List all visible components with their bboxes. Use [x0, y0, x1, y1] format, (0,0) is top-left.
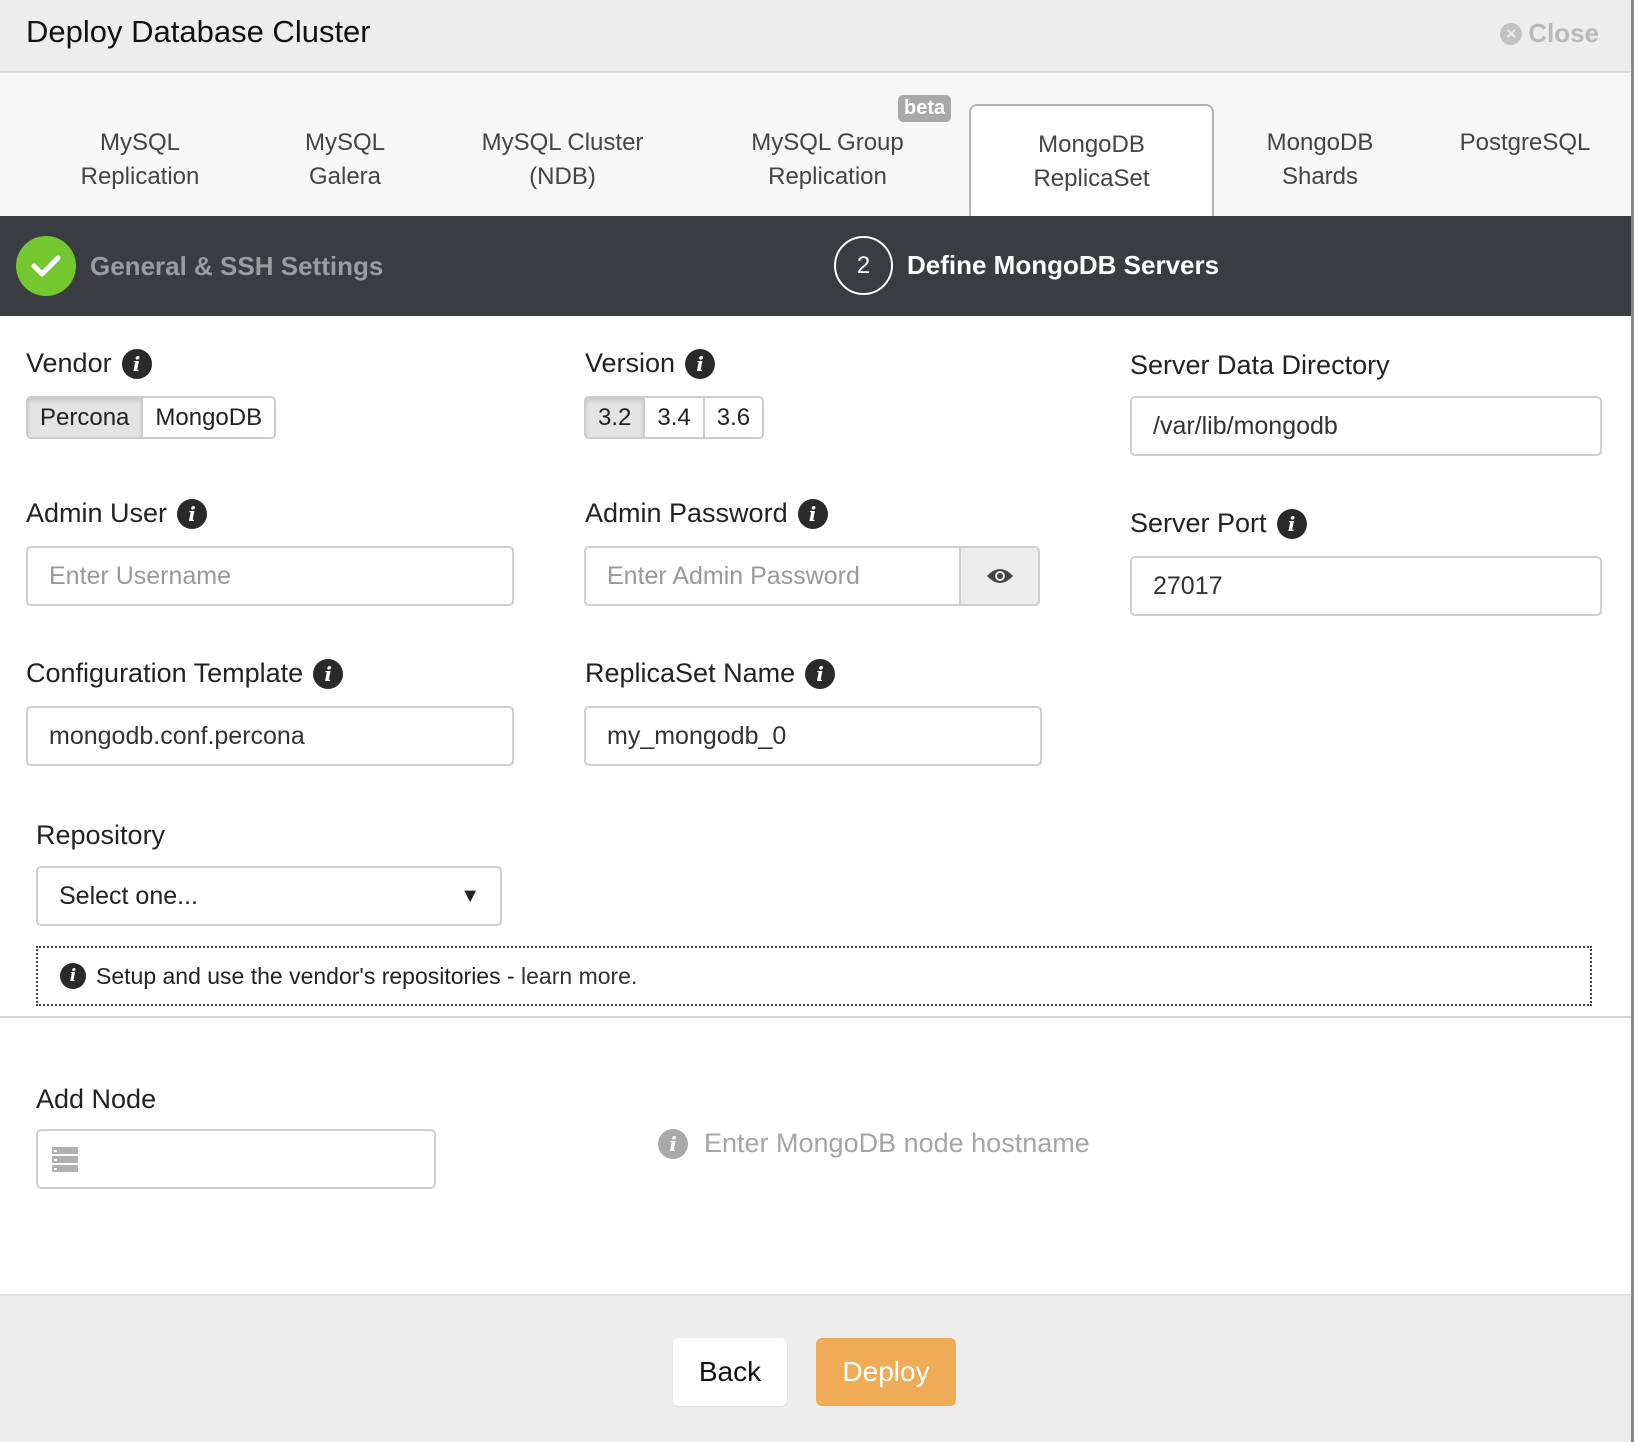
back-button[interactable]: Back — [673, 1338, 787, 1406]
data-dir-input[interactable]: /var/lib/mongodb — [1130, 396, 1602, 456]
step-number: 2 — [834, 236, 893, 295]
step-general-ssh[interactable]: General & SSH Settings — [16, 236, 383, 296]
step-define-servers[interactable]: 2 Define MongoDB Servers — [834, 236, 1219, 295]
tab-label-line1: MySQL — [99, 129, 180, 156]
admin-password-input[interactable]: Enter Admin Password — [584, 546, 961, 606]
version-option-3-4[interactable]: 3.4 — [645, 398, 705, 437]
wizard-steps: General & SSH Settings 2 Define MongoDB … — [0, 216, 1631, 316]
vendor-label-text: Vendor — [26, 348, 112, 378]
info-icon[interactable]: i — [685, 348, 716, 379]
version-option-3-6[interactable]: 3.6 — [704, 398, 763, 437]
tab-label-line1: MySQL Cluster — [481, 129, 644, 156]
repository-selected-value: Select one... — [59, 882, 198, 910]
tab-mongodb-shards[interactable]: MongoDB Shards — [1250, 104, 1390, 216]
tab-mysql-galera[interactable]: MySQL Galera — [285, 104, 405, 216]
tab-postgresql[interactable]: PostgreSQL — [1450, 104, 1600, 216]
info-icon[interactable]: i — [121, 348, 152, 379]
server-port-label-text: Server Port — [1130, 508, 1267, 538]
repository-label: Repository — [36, 820, 165, 851]
tab-label-line1: MySQL — [304, 129, 385, 156]
step-label: Define MongoDB Servers — [907, 250, 1220, 280]
replicaset-name-label: ReplicaSet Name i — [585, 658, 836, 689]
dropdown-arrow-icon: ▼ — [460, 885, 480, 907]
server-icon — [52, 1147, 78, 1172]
admin-password-label: Admin Password i — [585, 498, 828, 529]
close-icon: × — [1500, 22, 1523, 45]
info-icon[interactable]: i — [805, 658, 836, 689]
check-icon — [16, 236, 76, 296]
section-divider — [0, 1016, 1631, 1018]
deploy-dialog: Deploy Database Cluster × Close MySQL Re… — [0, 0, 1634, 1442]
tab-label-line2: (NDB) — [529, 163, 596, 190]
tab-label-line2: Replication — [80, 163, 200, 190]
add-node-label: Add Node — [36, 1084, 156, 1115]
info-icon[interactable]: i — [1276, 508, 1307, 539]
vendor-label: Vendor i — [26, 348, 152, 379]
cluster-type-tabs: MySQL Replication MySQL Galera MySQL Clu… — [0, 75, 1631, 216]
data-dir-label-text: Server Data Directory — [1130, 350, 1390, 380]
admin-password-label-text: Admin Password — [585, 498, 788, 528]
replicaset-name-label-text: ReplicaSet Name — [585, 658, 796, 688]
tab-label-line1: MongoDB — [1038, 131, 1145, 158]
hint-text: Enter MongoDB node hostname — [704, 1128, 1090, 1158]
admin-user-label-text: Admin User — [26, 498, 168, 528]
info-icon[interactable]: i — [313, 658, 344, 689]
server-port-input[interactable]: 27017 — [1130, 556, 1602, 616]
config-template-input[interactable]: mongodb.conf.percona — [26, 706, 514, 766]
add-node-input[interactable] — [36, 1129, 436, 1189]
tab-label-line2: Galera — [308, 163, 382, 190]
tab-mysql-cluster-ndb[interactable]: MySQL Cluster (NDB) — [470, 104, 655, 216]
repository-select[interactable]: Select one... ▼ — [36, 866, 502, 926]
info-icon: i — [60, 963, 86, 989]
vendor-option-mongodb[interactable]: MongoDB — [143, 398, 275, 437]
close-label: Close — [1528, 18, 1599, 48]
toggle-password-visibility-button[interactable] — [961, 546, 1040, 606]
add-node-hint: i Enter MongoDB node hostname — [658, 1128, 1090, 1159]
data-dir-label: Server Data Directory — [1130, 350, 1390, 381]
version-label: Version i — [585, 348, 716, 379]
admin-user-input[interactable]: Enter Username — [26, 546, 514, 606]
vendor-option-percona[interactable]: Percona — [28, 398, 144, 437]
tab-mysql-replication[interactable]: MySQL Replication — [60, 104, 220, 216]
tab-label-line1: MongoDB — [1266, 129, 1374, 156]
dialog-footer: Back Deploy — [0, 1294, 1631, 1442]
tab-label-line1: PostgreSQL — [1459, 129, 1591, 156]
config-template-label: Configuration Template i — [26, 658, 344, 689]
learn-more-link[interactable]: learn more. — [521, 963, 637, 989]
step-label: General & SSH Settings — [90, 250, 384, 281]
server-port-label: Server Port i — [1130, 508, 1307, 539]
repository-label-text: Repository — [36, 820, 166, 850]
notice-text: Setup and use the vendor's repositories … — [96, 962, 522, 989]
version-label-text: Version — [585, 348, 676, 378]
admin-user-label: Admin User i — [26, 498, 208, 529]
version-toggle: 3.2 3.4 3.6 — [584, 396, 765, 439]
tab-label-line2: Shards — [1281, 163, 1359, 190]
version-option-3-2[interactable]: 3.2 — [586, 398, 646, 437]
info-icon[interactable]: i — [797, 498, 828, 529]
eye-icon — [986, 569, 1013, 583]
close-button[interactable]: × Close — [1500, 18, 1599, 49]
dialog-header: Deploy Database Cluster × Close — [0, 0, 1631, 73]
add-node-label-text: Add Node — [36, 1084, 157, 1114]
info-icon: i — [658, 1128, 688, 1159]
deploy-button[interactable]: Deploy — [816, 1338, 956, 1406]
repository-notice: i Setup and use the vendor's repositorie… — [36, 946, 1592, 1006]
vendor-toggle: Percona MongoDB — [26, 396, 277, 439]
tab-label-line1: MySQL Group — [751, 129, 904, 156]
tab-label-line2: Replication — [768, 163, 887, 190]
tab-mongodb-replicaset[interactable]: MongoDB ReplicaSet — [969, 104, 1214, 216]
beta-badge: beta — [898, 95, 952, 122]
dialog-title: Deploy Database Cluster — [26, 14, 371, 49]
replicaset-name-input[interactable]: my_mongodb_0 — [584, 706, 1042, 766]
config-template-label-text: Configuration Template — [26, 658, 304, 688]
info-icon[interactable]: i — [177, 498, 208, 529]
tab-mysql-group-replication[interactable]: MySQL Group Replication — [735, 104, 920, 216]
tab-label-line2: ReplicaSet — [1033, 165, 1150, 192]
